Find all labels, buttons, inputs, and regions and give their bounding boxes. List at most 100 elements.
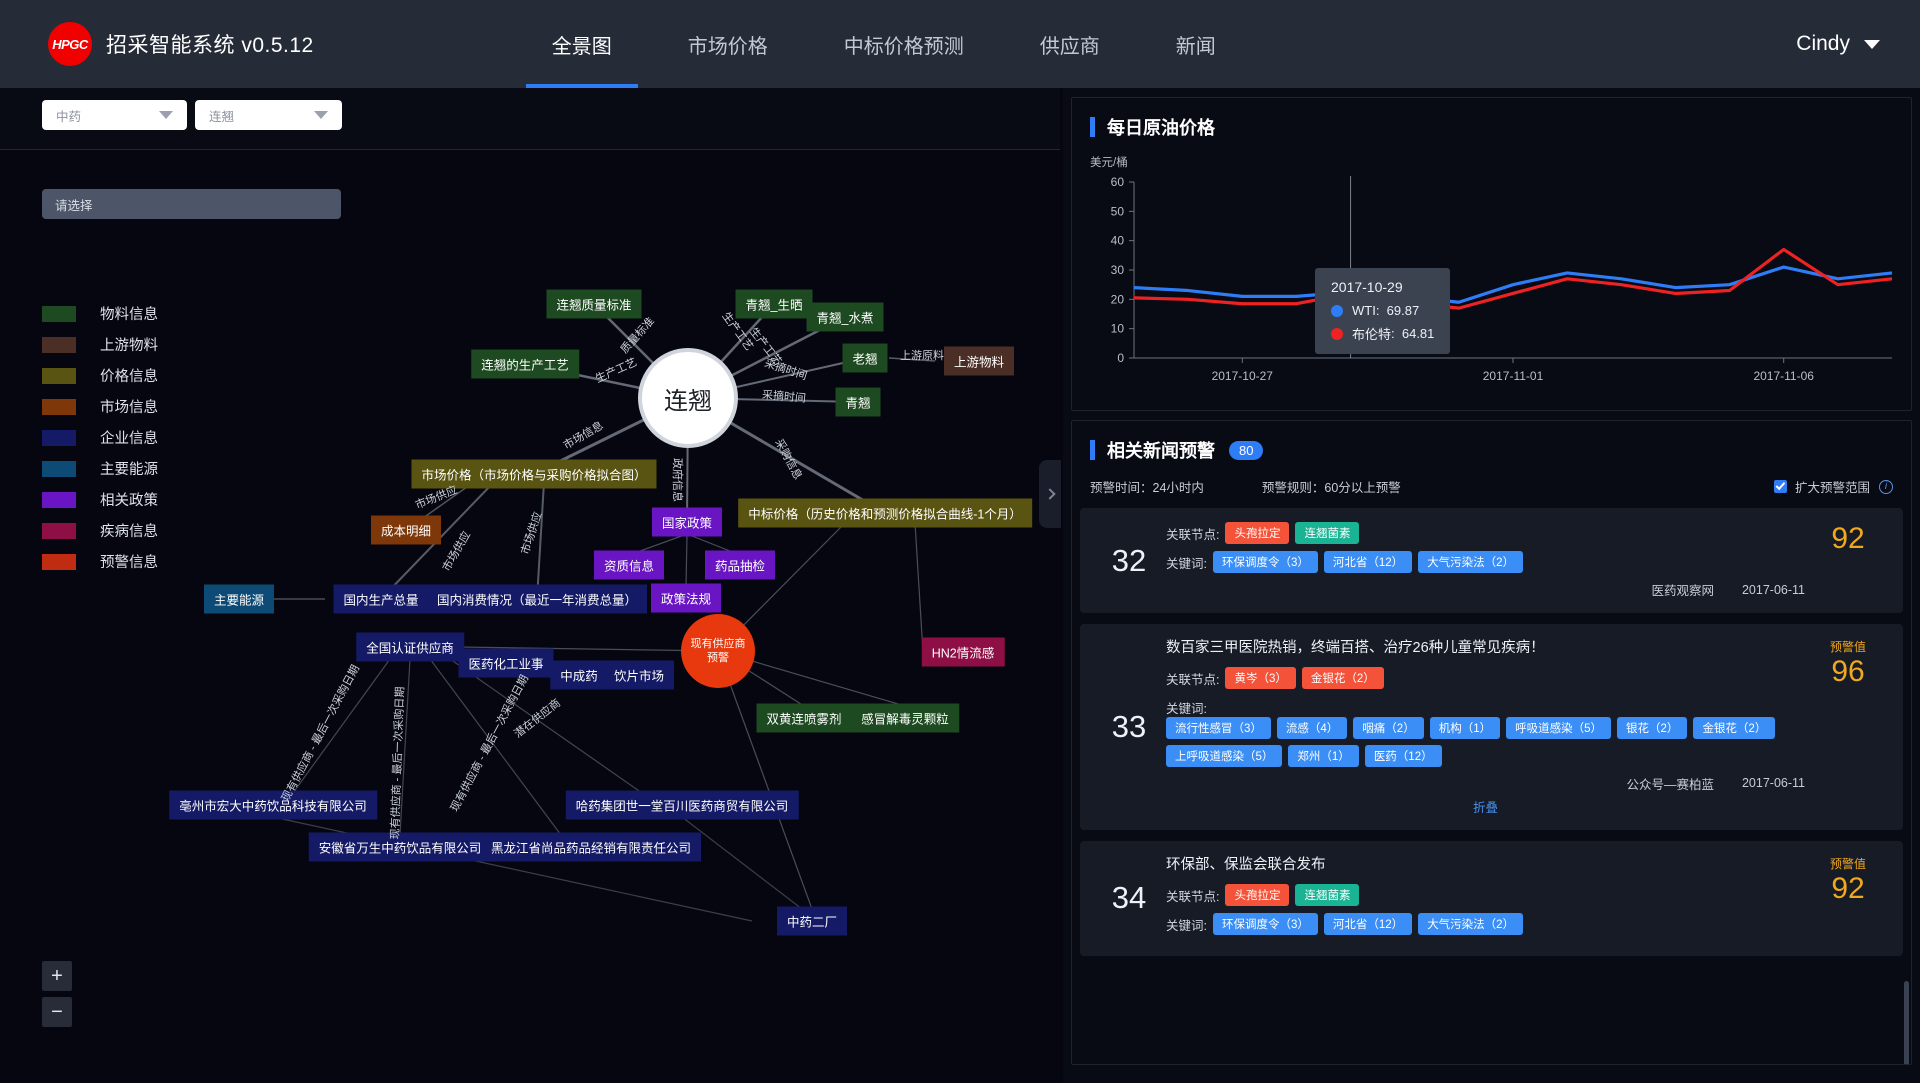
svg-text:2017-11-01: 2017-11-01 <box>1483 369 1544 383</box>
graph-node-n5[interactable]: 老翘 <box>842 343 888 373</box>
tag[interactable]: 头孢拉定 <box>1225 522 1290 544</box>
info-icon[interactable]: i <box>1879 479 1893 494</box>
graph-node-n10[interactable]: 中标价格（历史价格和预测价格拟合曲线-1个月） <box>738 498 1032 528</box>
news-item-headline[interactable]: 环保部、保监会联合发布 <box>1166 855 1805 877</box>
tag-group: 环保调度令（3） 河北省（12） 大气污染法（2） <box>1212 912 1524 935</box>
nav-tab-1[interactable]: 市场价格 <box>650 0 806 88</box>
graph-node-n16[interactable]: 国内生产总量 <box>333 584 429 614</box>
tag[interactable]: 金银花（2） <box>1693 716 1776 739</box>
tooltip-date: 2017-10-29 <box>1331 279 1403 295</box>
news-list-scrollbar[interactable] <box>1904 981 1909 1064</box>
graph-node-n6[interactable]: 上游物料 <box>943 346 1015 376</box>
graph-panel: 中药 连翘 请选择 物料信息 上游物料 价格信息 市场信息 企业信息 主要能源 相关政策 疾病… <box>0 88 1061 1083</box>
oil-price-chart[interactable]: 美元/桶 0 10 20 30 40 50 60 2017-10-27 2017-11-01 20… <box>1072 150 1911 410</box>
tag-group: 黄岑（3） 金银花（2） <box>1225 666 1384 689</box>
tag[interactable]: 郑州（1） <box>1288 744 1359 767</box>
alert-time-label: 预警时间：24小时内 <box>1090 481 1204 495</box>
news-item-source: 公众号—赛柏蓝 <box>1626 777 1714 792</box>
news-item-fold-toggle[interactable]: 折叠 <box>1166 797 1805 816</box>
graph-node-n15[interactable]: 主要能源 <box>203 584 275 614</box>
news-list[interactable]: 32 关联节点: 头孢拉定 连翘菌素 关键词: 环保调度令（3） 河北省（12） 大气污染法（… <box>1072 508 1911 975</box>
item-select[interactable]: 连翘 <box>195 100 342 130</box>
news-item-headline[interactable]: 数百家三甲医院热销，终端百搭、治疗26种儿童常见疾病！ <box>1166 638 1805 660</box>
tag[interactable]: 环保调度令（3） <box>1212 551 1318 573</box>
news-item-score-value: 92 <box>1831 871 1865 905</box>
brand: HPGC 招采智能系统 v0.5.12 <box>48 22 314 66</box>
graph-node-n27[interactable]: 安徽省万生中药饮品有限公司 <box>308 832 492 862</box>
tag[interactable]: 黄岑（3） <box>1225 666 1296 689</box>
item-select-value: 连翘 <box>209 109 235 124</box>
tag[interactable]: 流行性感冒（3） <box>1166 716 1271 739</box>
graph-node-n20[interactable]: 中成药 <box>550 660 608 690</box>
tooltip-wti-name: WTI <box>1352 303 1376 318</box>
graph-node-n19[interactable]: 医药化工业事 <box>458 648 554 678</box>
svg-text:50: 50 <box>1111 204 1125 218</box>
tag[interactable]: 河北省（12） <box>1323 912 1413 935</box>
tag[interactable]: 上呼吸道感染（5） <box>1166 744 1283 767</box>
tag[interactable]: 流感（4） <box>1276 716 1348 739</box>
graph-node-n11[interactable]: 成本明细 <box>370 515 442 545</box>
tag[interactable]: 咽痛（2） <box>1353 716 1424 739</box>
graph-node-n13[interactable]: 药品抽检 <box>704 550 776 580</box>
user-menu[interactable]: Cindy <box>1796 0 1880 88</box>
graph-node-n18[interactable]: 全国认证供应商 <box>356 632 464 662</box>
news-alert-meta: 预警时间：24小时内 预警规则：60分以上预警 扩大预警范围 i <box>1072 473 1911 508</box>
accent-bar <box>1090 117 1095 137</box>
graph-node-n4[interactable]: 连翘的生产工艺 <box>471 349 579 379</box>
graph-node-n22[interactable]: HN2情流感 <box>921 637 1005 667</box>
nav-tab-2[interactable]: 中标价格预测 <box>806 0 1002 88</box>
svg-text:2017-10-27: 2017-10-27 <box>1212 369 1274 383</box>
graph-node-n3[interactable]: 青翘_水煮 <box>806 302 884 332</box>
graph-node-n7[interactable]: 青翘 <box>835 387 881 417</box>
news-item[interactable]: 34 环保部、保监会联合发布 关联节点: 头孢拉定 连翘菌素 关键词: 环保调度令（3） 河北… <box>1080 840 1903 956</box>
category-select[interactable]: 中药 <box>42 100 187 130</box>
graph-node-n2[interactable]: 青翘_生晒 <box>735 289 813 319</box>
tag[interactable]: 呼吸道感染（5） <box>1506 716 1612 739</box>
tag[interactable]: 医药（12） <box>1364 744 1442 767</box>
tag[interactable]: 连翘菌素 <box>1295 883 1360 906</box>
graph-node-n29[interactable]: 中药二厂 <box>776 906 848 936</box>
svg-text:40: 40 <box>1111 234 1125 248</box>
graph-node-n21[interactable]: 饮片市场 <box>603 660 675 690</box>
news-item-date: 2017-06-11 <box>1741 776 1805 791</box>
series-dot-brent <box>1331 327 1343 340</box>
graph-node-n17[interactable]: 国内消费情况（最近一年消费总量） <box>426 584 648 614</box>
graph-alert-node[interactable]: 现有供应商 预警 <box>681 614 755 688</box>
nav-tab-3[interactable]: 供应商 <box>1002 0 1138 88</box>
nav-tab-4[interactable]: 新闻 <box>1138 0 1254 88</box>
graph-node-n26[interactable]: 哈药集团世一堂百川医药商贸有限公司 <box>565 790 799 820</box>
news-item[interactable]: 33 数百家三甲医院热销，终端百搭、治疗26种儿童常见疾病！ 关联节点: 黄岑（3）金… <box>1080 624 1903 830</box>
nav-tab-label: 中标价格预测 <box>843 35 964 58</box>
knowledge-graph[interactable]: 连翘现有供应商 预警 连翘质量标准 青翘_生晒 青翘_水煮连翘的生产工艺 老翘 上游物料青翘… <box>0 150 1060 1083</box>
graph-node-n9[interactable]: 国家政策 <box>651 507 723 537</box>
expand-range-checkbox[interactable]: 扩大预警范围 i <box>1773 477 1893 496</box>
tag[interactable]: 金银花（2） <box>1301 666 1384 689</box>
nav-tab-0[interactable]: 全景图 <box>514 0 650 88</box>
graph-node-n1[interactable]: 连翘质量标准 <box>546 289 642 319</box>
svg-text:30: 30 <box>1111 263 1125 277</box>
news-item-date: 2017-06-11 <box>1741 582 1805 597</box>
news-alert-title: 相关新闻预警 <box>1107 441 1215 461</box>
tag[interactable]: 连翘菌素 <box>1295 522 1360 544</box>
panel-collapse-handle[interactable] <box>1039 460 1061 528</box>
graph-node-n14[interactable]: 政策法规 <box>650 583 722 613</box>
tag[interactable]: 机构（1） <box>1429 716 1501 739</box>
graph-node-n12[interactable]: 资质信息 <box>593 550 665 580</box>
graph-node-n25[interactable]: 亳州市宏大中药饮品科技有限公司 <box>169 790 377 820</box>
graph-node-n8[interactable]: 市场价格（市场价格与采购价格拟合图） <box>411 459 657 489</box>
tag[interactable]: 银花（2） <box>1617 716 1688 739</box>
graph-node-n23[interactable]: 双黄连喷雾剂 <box>756 703 852 733</box>
news-item-score: 预警值 92 <box>1805 855 1891 942</box>
tag[interactable]: 河北省（12） <box>1323 551 1413 573</box>
tag[interactable]: 大气污染法（2） <box>1418 551 1524 573</box>
top-navigation-bar: HPGC 招采智能系统 v0.5.12 全景图 市场价格 中标价格预测 供应商 新闻 C… <box>0 0 1920 88</box>
news-item[interactable]: 32 关联节点: 头孢拉定 连翘菌素 关键词: 环保调度令（3） 河北省（12） 大气污染法（… <box>1080 508 1903 613</box>
graph-hub-node[interactable]: 连翘 <box>638 348 738 448</box>
chevron-down-icon <box>159 111 173 119</box>
tag[interactable]: 头孢拉定 <box>1225 883 1290 906</box>
tag[interactable]: 环保调度令（3） <box>1212 912 1318 935</box>
tag[interactable]: 大气污染法（2） <box>1418 912 1524 935</box>
tag-group: 头孢拉定 连翘菌素 <box>1225 883 1360 906</box>
graph-node-n28[interactable]: 黑龙江省尚品药品经销有限责任公司 <box>480 832 702 862</box>
graph-node-n24[interactable]: 感冒解毒灵颗粒 <box>851 703 959 733</box>
